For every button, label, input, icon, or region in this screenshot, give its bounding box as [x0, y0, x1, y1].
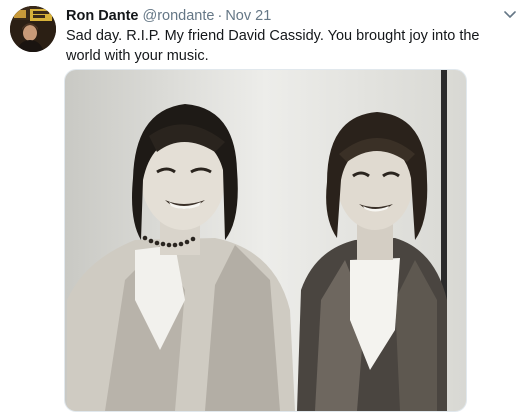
- tweet-photo[interactable]: [64, 69, 467, 412]
- tweet-header: Ron Dante @rondante · Nov 21: [66, 6, 271, 26]
- tweet-text: Sad day. R.I.P. My friend David Cassidy.…: [66, 28, 480, 64]
- author-name[interactable]: Ron Dante: [66, 8, 139, 24]
- timestamp[interactable]: Nov 21: [225, 8, 271, 24]
- separator-dot: ·: [217, 8, 223, 24]
- avatar[interactable]: [10, 6, 56, 52]
- author-handle[interactable]: @rondante: [143, 8, 215, 24]
- tweet[interactable]: Ron Dante @rondante · Nov 21 Sad day. R.I.P…: [0, 0, 526, 414]
- chevron-down-icon[interactable]: [502, 8, 518, 22]
